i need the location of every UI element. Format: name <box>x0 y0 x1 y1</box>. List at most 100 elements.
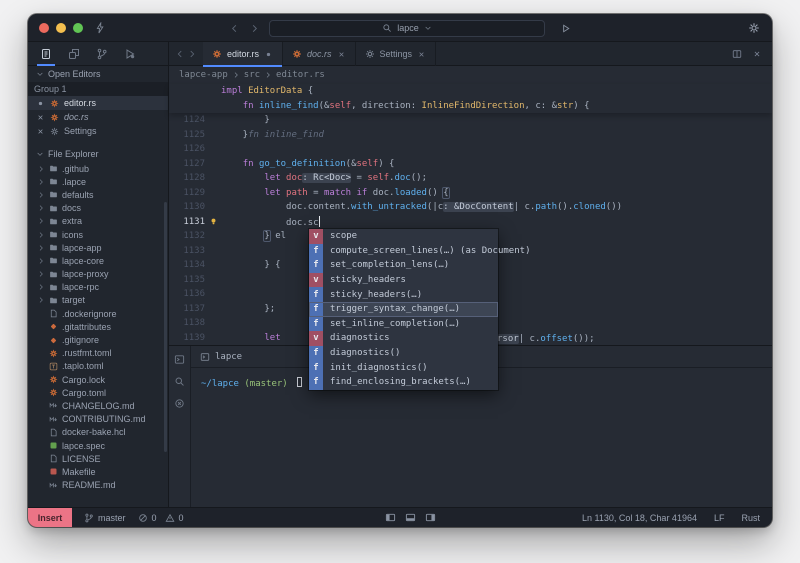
code-line[interactable]: impl EditorData { <box>169 84 772 99</box>
completion-item[interactable]: v scope <box>309 229 498 244</box>
open-editors-label: Open Editors <box>48 69 101 79</box>
code-line[interactable]: fn inline_find(&self, direction: InlineF… <box>169 99 772 114</box>
completion-item[interactable]: f set_inline_completion(…) <box>309 316 498 332</box>
file-tree-item[interactable]: .taplo.toml <box>28 360 168 373</box>
line-number: 1132 <box>183 231 205 242</box>
chevron-right-icon <box>264 71 272 79</box>
warning-count[interactable]: 0 <box>165 513 184 523</box>
file-tree-folder[interactable]: lapce-app <box>28 241 168 254</box>
panel-debug-button[interactable] <box>116 42 144 66</box>
open-editors-section-header[interactable]: Open Editors <box>28 66 168 82</box>
breadcrumb-item[interactable]: src <box>244 70 260 80</box>
code-line[interactable]: 1129 let path = match if doc.loaded() { <box>169 186 772 201</box>
file-tree-item[interactable]: Cargo.toml <box>28 386 168 399</box>
tab-back-button[interactable] <box>175 49 185 59</box>
file-tree-item[interactable]: Makefile <box>28 465 168 478</box>
panel-plugins-button[interactable] <box>60 42 88 66</box>
completion-item[interactable]: v diagnostics <box>309 331 498 346</box>
toggle-right-panel-button[interactable] <box>425 512 436 523</box>
minimize-window-button[interactable] <box>56 23 66 33</box>
breadcrumb-item[interactable]: lapce-app <box>179 70 228 80</box>
file-tree-item[interactable]: CONTRIBUTING.md <box>28 413 168 426</box>
completion-item[interactable]: f compute_screen_lines(…) (as Document) <box>309 243 530 259</box>
panel-source-control-button[interactable] <box>88 42 116 66</box>
problems-icon[interactable] <box>174 398 185 409</box>
nav-forward-button[interactable] <box>249 23 260 34</box>
editor-tab[interactable]: doc.rs <box>283 42 356 66</box>
code-line[interactable]: 1125 }fn inline_find <box>169 128 772 143</box>
close-window-button[interactable] <box>39 23 49 33</box>
completion-item[interactable]: f trigger_syntax_change(…) <box>309 301 498 317</box>
workspace-search-button[interactable]: lapce <box>269 19 545 37</box>
split-editor-button[interactable] <box>732 49 742 59</box>
error-count[interactable]: 0 <box>138 513 157 523</box>
code-line[interactable]: 1131 doc.sc <box>169 215 772 230</box>
file-tree-folder[interactable]: .lapce <box>28 175 168 188</box>
file-tree-folder[interactable]: extra <box>28 215 168 228</box>
toml-file-icon <box>49 362 58 371</box>
file-tree-folder[interactable]: docs <box>28 202 168 215</box>
sidebar-scrollbar[interactable] <box>164 202 167 452</box>
editor-tab[interactable]: Settings <box>356 42 437 66</box>
code-line[interactable]: 1126 <box>169 142 772 157</box>
file-tree-item[interactable]: lapce.spec <box>28 439 168 452</box>
file-explorer-section-header[interactable]: File Explorer <box>28 146 168 162</box>
terminal-tab[interactable]: lapce <box>215 352 242 362</box>
file-tree-item[interactable]: .gitignore <box>28 333 168 346</box>
rust-icon <box>292 49 302 59</box>
completion-item[interactable]: f find_enclosing_brackets(…) <box>309 374 498 390</box>
line-number: 1136 <box>183 289 205 300</box>
open-editor-item[interactable]: Settings <box>28 124 168 138</box>
file-tree-item[interactable]: .rustfmt.toml <box>28 347 168 360</box>
toggle-bottom-panel-button[interactable] <box>405 512 416 523</box>
git-branch-indicator[interactable]: master <box>84 513 126 523</box>
file-tree-folder[interactable]: target <box>28 294 168 307</box>
completion-item[interactable]: f init_diagnostics() <box>309 360 498 375</box>
file-tree-folder[interactable]: lapce-proxy <box>28 268 168 281</box>
file-tree-item[interactable]: CHANGELOG.md <box>28 399 168 412</box>
file-tree-folder[interactable]: .github <box>28 162 168 175</box>
file-tree-item[interactable]: .gitattributes <box>28 320 168 333</box>
code-line[interactable]: 1128 let doc: Rc<Doc> = self.doc(); <box>169 171 772 186</box>
chevron-right-icon <box>37 178 45 186</box>
completion-label: diagnostics() <box>330 348 401 359</box>
tab-forward-button[interactable] <box>187 49 197 59</box>
code-line[interactable]: 1124 } <box>169 113 772 128</box>
file-tree-item[interactable]: README.md <box>28 479 168 492</box>
settings-gear-button[interactable] <box>748 22 760 34</box>
code-line[interactable]: 1130 doc.content.with_untracked(|c: &Doc… <box>169 200 772 215</box>
nav-back-button[interactable] <box>229 23 240 34</box>
cursor-position[interactable]: Ln 1130, Col 18, Char 41964 <box>582 513 697 523</box>
file-tree-item[interactable]: Cargo.lock <box>28 373 168 386</box>
mode-badge[interactable]: Insert <box>28 508 72 527</box>
file-tree-item[interactable]: .dockerignore <box>28 307 168 320</box>
completion-item[interactable]: v sticky_headers <box>309 272 498 288</box>
run-button[interactable] <box>560 23 571 34</box>
completion-item[interactable]: f sticky_headers(…) <box>309 287 498 302</box>
toggle-left-panel-button[interactable] <box>385 512 396 523</box>
sticky-header: impl EditorData { fn inline_find(&self, … <box>169 84 772 113</box>
file-tree-folder[interactable]: lapce-rpc <box>28 281 168 294</box>
file-tree-folder[interactable]: icons <box>28 228 168 241</box>
completion-item[interactable]: f set_completion_lens(…) <box>309 258 498 273</box>
close-editor-button[interactable] <box>752 49 762 59</box>
file-tree-folder[interactable]: lapce-core <box>28 254 168 267</box>
breadcrumb[interactable]: lapce-app src editor.rs <box>169 66 772 84</box>
open-editor-item[interactable]: doc.rs <box>28 110 168 124</box>
terminal-icon[interactable] <box>174 354 185 365</box>
search-icon[interactable] <box>174 376 185 387</box>
line-number: 1129 <box>183 187 205 198</box>
file-tree-item[interactable]: docker-bake.hcl <box>28 426 168 439</box>
md-file-icon <box>49 401 58 410</box>
language-mode[interactable]: Rust <box>741 513 760 523</box>
completion-item[interactable]: f diagnostics() <box>309 345 498 361</box>
file-tree-item[interactable]: LICENSE <box>28 452 168 465</box>
line-ending[interactable]: LF <box>714 513 725 523</box>
editor-tab[interactable]: editor.rs <box>203 42 284 67</box>
code-line[interactable]: 1127 fn go_to_definition(&self) { <box>169 157 772 172</box>
breadcrumb-item[interactable]: editor.rs <box>276 70 325 80</box>
zoom-window-button[interactable] <box>73 23 83 33</box>
panel-file-explorer-button[interactable] <box>32 42 60 66</box>
open-editor-item[interactable]: editor.rs <box>28 96 168 110</box>
file-tree-folder[interactable]: defaults <box>28 188 168 201</box>
